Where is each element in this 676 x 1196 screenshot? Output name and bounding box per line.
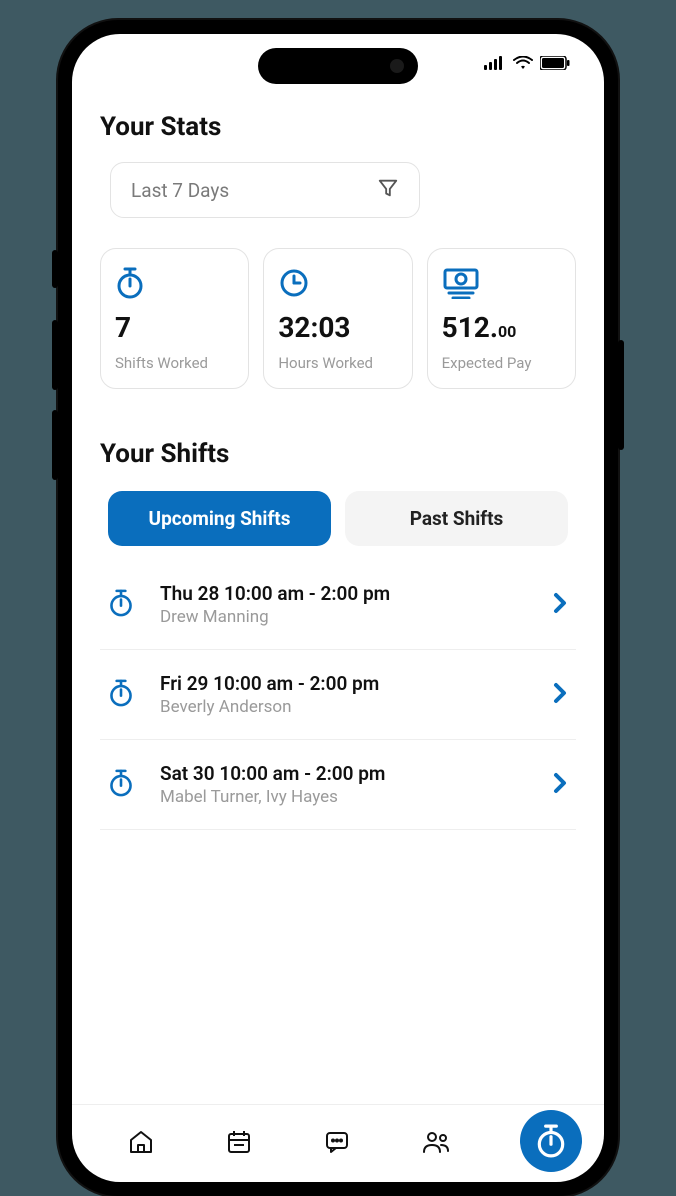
stopwatch-icon [115, 267, 234, 301]
camera-dot [390, 59, 404, 73]
chevron-right-icon [552, 681, 568, 709]
shift-info: Thu 28 10:00 am - 2:00 pm Drew Manning [160, 582, 530, 627]
phone-side-button [618, 340, 624, 450]
stat-value: 32:03 [278, 311, 397, 344]
phone-side-button [52, 250, 58, 288]
shift-person: Beverly Anderson [160, 697, 530, 717]
shift-person: Mabel Turner, Ivy Hayes [160, 787, 530, 807]
nav-people[interactable] [421, 1128, 451, 1160]
shift-item[interactable]: Sat 30 10:00 am - 2:00 pm Mabel Turner, … [100, 740, 576, 830]
shift-person: Drew Manning [160, 607, 530, 627]
stopwatch-icon [108, 679, 138, 711]
shift-datetime: Sat 30 10:00 am - 2:00 pm [160, 762, 530, 785]
filter-icon [377, 177, 399, 203]
stat-value: 512.00 [442, 311, 561, 344]
shift-item[interactable]: Fri 29 10:00 am - 2:00 pm Beverly Anders… [100, 650, 576, 740]
stat-card-shifts: 7 Shifts Worked [100, 248, 249, 389]
stats-row: 7 Shifts Worked 32:03 Hours Worked 512. [100, 248, 576, 389]
shift-datetime: Fri 29 10:00 am - 2:00 pm [160, 672, 530, 695]
shift-info: Fri 29 10:00 am - 2:00 pm Beverly Anders… [160, 672, 530, 717]
stat-label: Hours Worked [278, 354, 397, 372]
shifts-tabs: Upcoming Shifts Past Shifts [108, 491, 568, 546]
shift-item[interactable]: Thu 28 10:00 am - 2:00 pm Drew Manning [100, 560, 576, 650]
stopwatch-icon [108, 769, 138, 801]
nav-chat[interactable] [323, 1128, 351, 1160]
chevron-right-icon [552, 591, 568, 619]
shift-datetime: Thu 28 10:00 am - 2:00 pm [160, 582, 530, 605]
tab-upcoming[interactable]: Upcoming Shifts [108, 491, 331, 546]
chevron-right-icon [552, 771, 568, 799]
filter-label: Last 7 Days [131, 179, 229, 202]
stat-card-hours: 32:03 Hours Worked [263, 248, 412, 389]
pay-cents: 00 [498, 322, 516, 341]
wifi-icon [513, 55, 533, 74]
clock-icon [278, 267, 397, 301]
tab-past[interactable]: Past Shifts [345, 491, 568, 546]
battery-icon [540, 55, 570, 74]
stat-label: Expected Pay [442, 354, 561, 372]
pay-main: 512. [442, 311, 498, 344]
stat-label: Shifts Worked [115, 354, 234, 372]
nav-calendar[interactable] [225, 1128, 253, 1160]
phone-side-button [52, 320, 58, 390]
phone-frame: Your Stats Last 7 Days 7 Shifts Worked [58, 20, 618, 1196]
stat-value: 7 [115, 311, 234, 344]
nav-home[interactable] [127, 1128, 155, 1160]
shifts-title: Your Shifts [100, 439, 576, 469]
shift-info: Sat 30 10:00 am - 2:00 pm Mabel Turner, … [160, 762, 530, 807]
stats-title: Your Stats [100, 112, 576, 142]
bottom-nav [72, 1104, 604, 1182]
stats-filter[interactable]: Last 7 Days [110, 162, 420, 218]
money-icon [442, 267, 561, 301]
signal-icon [484, 55, 506, 74]
notch [258, 48, 418, 84]
stopwatch-icon [108, 589, 138, 621]
nav-timer-fab[interactable] [520, 1110, 582, 1172]
screen: Your Stats Last 7 Days 7 Shifts Worked [72, 34, 604, 1182]
stat-card-pay: 512.00 Expected Pay [427, 248, 576, 389]
content-scroll[interactable]: Your Stats Last 7 Days 7 Shifts Worked [72, 94, 604, 1104]
phone-side-button [52, 410, 58, 480]
